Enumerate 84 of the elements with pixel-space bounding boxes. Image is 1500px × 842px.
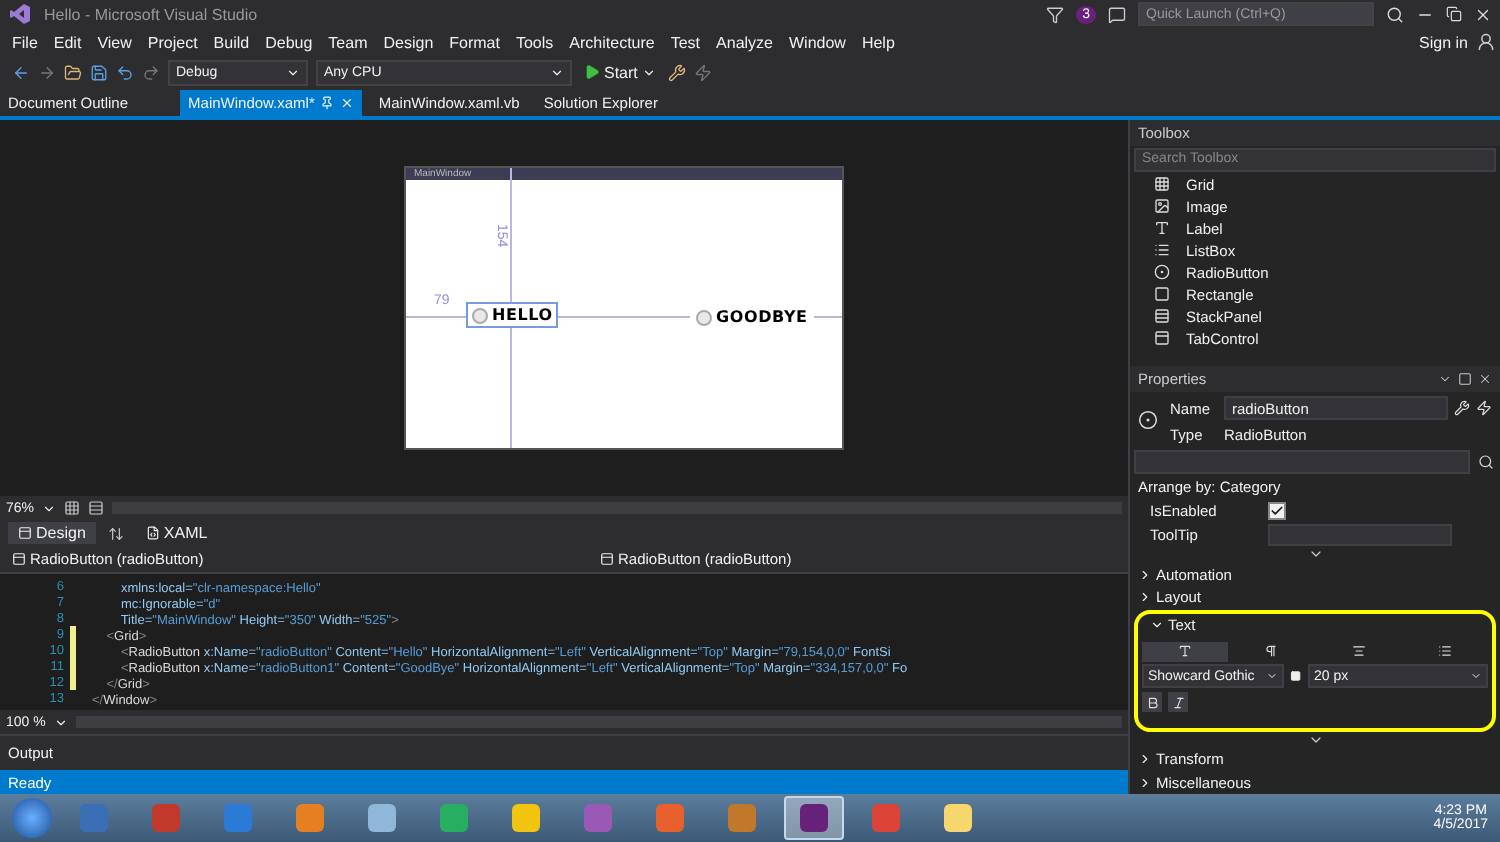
italic-button[interactable]: [1168, 692, 1188, 713]
view-tab[interactable]: Design: [8, 522, 96, 544]
view-tab[interactable]: XAML: [135, 522, 218, 544]
close-icon[interactable]: [1474, 5, 1492, 23]
save-icon[interactable]: [90, 63, 108, 81]
input-field[interactable]: [1268, 523, 1452, 546]
play-icon: [584, 64, 600, 80]
menu-item[interactable]: Help: [853, 33, 903, 51]
window-title: Hello - Microsoft Visual Studio: [44, 5, 258, 23]
sign-in-link[interactable]: Sign in: [1411, 33, 1476, 51]
menu-item[interactable]: Architecture: [561, 33, 663, 51]
square-icon[interactable]: [1290, 670, 1302, 683]
close-icon[interactable]: [1478, 372, 1492, 387]
forward-icon[interactable]: [38, 63, 56, 81]
app-logo-icon: [8, 2, 32, 26]
menu-item[interactable]: Design: [375, 33, 442, 51]
radio-button[interactable]: HELLO: [466, 302, 559, 328]
redo-icon[interactable]: [142, 63, 160, 81]
caret-icon: [286, 65, 300, 79]
grid-icon: [1154, 176, 1170, 192]
radio-button[interactable]: GOODBYE: [690, 304, 814, 330]
bold-button[interactable]: [1142, 692, 1162, 713]
checkbox[interactable]: [1268, 502, 1286, 521]
letter-icon: [1178, 644, 1193, 659]
undo-icon[interactable]: [116, 63, 134, 81]
pilcrow-icon: [1264, 644, 1279, 659]
account-icon[interactable]: [1476, 32, 1496, 52]
caret-icon[interactable]: [42, 501, 57, 515]
listbox-icon: [1154, 242, 1170, 258]
menu-item[interactable]: Tools: [507, 33, 562, 51]
menu-item[interactable]: Team: [320, 33, 376, 51]
caret-icon[interactable]: [1438, 372, 1452, 387]
caret-icon: [550, 65, 564, 79]
search-icon[interactable]: [1386, 5, 1404, 23]
start-button[interactable]: [12, 798, 52, 838]
swap-icon[interactable]: [107, 525, 124, 541]
list-icon: [1437, 644, 1452, 659]
radio-circle-icon: [472, 307, 488, 323]
bold-icon: [1145, 695, 1159, 710]
grid-icon[interactable]: [64, 500, 81, 516]
element-icon: [12, 552, 26, 566]
code-editor[interactable]: [0, 574, 1128, 710]
menu-item[interactable]: Format: [441, 33, 508, 51]
wrench-icon[interactable]: [667, 63, 686, 81]
tabcontrol-icon: [1154, 330, 1170, 346]
caret-icon: [1266, 670, 1279, 683]
menu-item[interactable]: View: [89, 33, 140, 51]
image-icon: [1154, 198, 1170, 214]
label-icon: [1154, 220, 1170, 236]
radio-circle-icon: [696, 309, 712, 325]
maximize-icon[interactable]: [1458, 372, 1472, 387]
stackpanel-icon: [1154, 308, 1170, 324]
menu-item[interactable]: File: [4, 33, 46, 51]
caret-icon: [641, 65, 656, 79]
restore-icon[interactable]: [1446, 6, 1462, 22]
caret-icon: [1470, 670, 1482, 683]
menu-item[interactable]: Build: [205, 33, 258, 51]
filter-icon[interactable]: [1046, 5, 1065, 23]
search-field[interactable]: [1134, 450, 1470, 475]
open-folder-icon[interactable]: [64, 63, 82, 81]
wrench-icon[interactable]: [1454, 400, 1470, 417]
text-tab[interactable]: [1142, 641, 1229, 662]
italic-icon: [1171, 695, 1185, 710]
snap-icon[interactable]: [88, 500, 105, 516]
radio-icon: [1138, 410, 1158, 431]
start-button[interactable]: Start: [580, 63, 660, 81]
element-icon: [600, 552, 614, 566]
search-icon[interactable]: [1478, 454, 1494, 471]
menu-item[interactable]: Window: [781, 33, 854, 51]
menu-item[interactable]: Project: [139, 33, 206, 51]
menu-item[interactable]: Test: [662, 33, 709, 51]
menu-item[interactable]: Edit: [45, 33, 90, 51]
rectangle-icon: [1154, 286, 1170, 302]
caret-icon[interactable]: [53, 715, 68, 729]
align-icon: [1351, 644, 1366, 659]
pin-icon[interactable]: [320, 96, 335, 110]
back-icon[interactable]: [12, 63, 30, 81]
menu-item[interactable]: Debug: [257, 33, 321, 51]
radiobutton-icon: [1154, 264, 1170, 280]
menu-item[interactable]: Analyze: [708, 33, 781, 51]
design-icon: [18, 526, 32, 540]
code-file-icon: [145, 526, 160, 540]
taskbar-app-button[interactable]: [784, 796, 844, 840]
feedback-icon[interactable]: [1108, 5, 1126, 23]
